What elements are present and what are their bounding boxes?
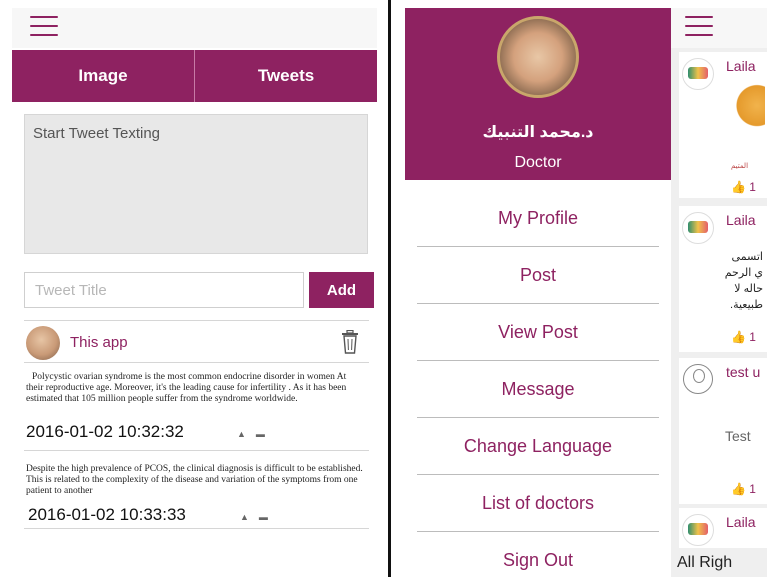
menu-item-list-of-doctors[interactable]: List of doctors (417, 475, 659, 532)
post-actions: ▲▬ (240, 512, 278, 522)
image-caption: المتيم (731, 163, 749, 170)
post-timestamp: 2016-01-02 10:32:32 (26, 422, 184, 441)
post-text: Despite the high prevalence of PCOS, the… (26, 464, 363, 496)
feed-card[interactable]: Laila (679, 508, 767, 548)
feed-card[interactable]: test u Test 👍 1 (679, 358, 767, 504)
card-author: Laila (726, 58, 756, 74)
top-bar (12, 8, 377, 48)
menu-item-message[interactable]: Message (417, 361, 659, 418)
post-image (725, 80, 765, 144)
user-avatar-icon (682, 212, 714, 244)
menu-item-my-profile[interactable]: My Profile (417, 190, 659, 247)
like-icon: 👍 (731, 482, 746, 496)
like-count[interactable]: 👍 1 (731, 330, 756, 344)
menu-item-change-language[interactable]: Change Language (417, 418, 659, 475)
feed-card[interactable]: Laila المتيم 👍 1 (679, 52, 767, 198)
profile-role: Doctor (514, 154, 562, 171)
like-count[interactable]: 👍 1 (731, 180, 756, 194)
post-text: Polycystic ovarian syndrome is the most … (26, 372, 347, 404)
divider (24, 528, 369, 529)
user-placeholder-icon (683, 364, 713, 394)
footer-copyright: All Righ (677, 554, 733, 571)
card-text-line: طبيعية. (730, 299, 763, 311)
tab-tweets[interactable]: Tweets (194, 50, 377, 102)
menu-item-post[interactable]: Post (417, 247, 659, 304)
screenshot-divider (388, 0, 391, 577)
profile-name: د.محمد التنبيك (482, 124, 594, 141)
background-feed: Laila المتيم 👍 1 Laila اتسمى ي الرحم حال… (671, 8, 767, 577)
post-timestamp: 2016-01-02 10:33:33 (28, 505, 186, 524)
tab-image[interactable]: Image (12, 50, 194, 102)
like-icon[interactable]: ▲ (240, 512, 259, 522)
tweet-title-input[interactable]: Tweet Title (24, 272, 304, 308)
divider (24, 450, 369, 451)
tweet-composer-screen: Image Tweets Start Tweet Texting Tweet T… (12, 8, 377, 577)
post-header: This app (24, 326, 369, 362)
tab-bar: Image Tweets (12, 50, 377, 102)
profile-avatar[interactable] (497, 16, 579, 98)
divider (24, 320, 369, 321)
feed-card[interactable]: Laila اتسمى ي الرحم حاله لا طبيعية. 👍 1 (679, 206, 767, 352)
post-actions: ▲▬ (237, 429, 275, 439)
avatar[interactable] (26, 326, 60, 360)
user-avatar-icon (682, 514, 714, 546)
card-author: Laila (726, 514, 756, 530)
add-button[interactable]: Add (309, 272, 374, 308)
like-icon[interactable]: ▲ (237, 429, 256, 439)
menu-item-view-post[interactable]: View Post (417, 304, 659, 361)
like-count[interactable]: 👍 1 (731, 482, 756, 496)
navigation-drawer: د.محمد التنبيك Doctor My Profile Post Vi… (405, 8, 671, 577)
user-avatar-icon (682, 58, 714, 90)
post-author[interactable]: This app (70, 334, 128, 351)
comment-icon[interactable]: ▬ (256, 429, 275, 439)
card-text-line: ي الرحم (724, 267, 763, 279)
menu-item-sign-out[interactable]: Sign Out (417, 532, 659, 577)
card-text: Test (725, 428, 751, 444)
card-author: Laila (726, 212, 756, 228)
like-icon: 👍 (731, 330, 746, 344)
feed-top-bar (671, 8, 767, 48)
comment-icon[interactable]: ▬ (259, 512, 278, 522)
card-text-line: اتسمى (731, 251, 763, 263)
hamburger-menu-icon[interactable] (30, 16, 58, 38)
navigation-drawer-screen: Laila المتيم 👍 1 Laila اتسمى ي الرحم حال… (405, 8, 767, 577)
like-icon: 👍 (731, 180, 746, 194)
card-text-line: حاله لا (734, 283, 763, 295)
tweet-text-area[interactable]: Start Tweet Texting (24, 114, 368, 254)
divider (24, 362, 369, 363)
hamburger-menu-icon[interactable] (685, 16, 713, 38)
card-author: test u (726, 364, 761, 380)
trash-icon[interactable] (341, 330, 359, 354)
drawer-header: د.محمد التنبيك Doctor (405, 8, 671, 180)
